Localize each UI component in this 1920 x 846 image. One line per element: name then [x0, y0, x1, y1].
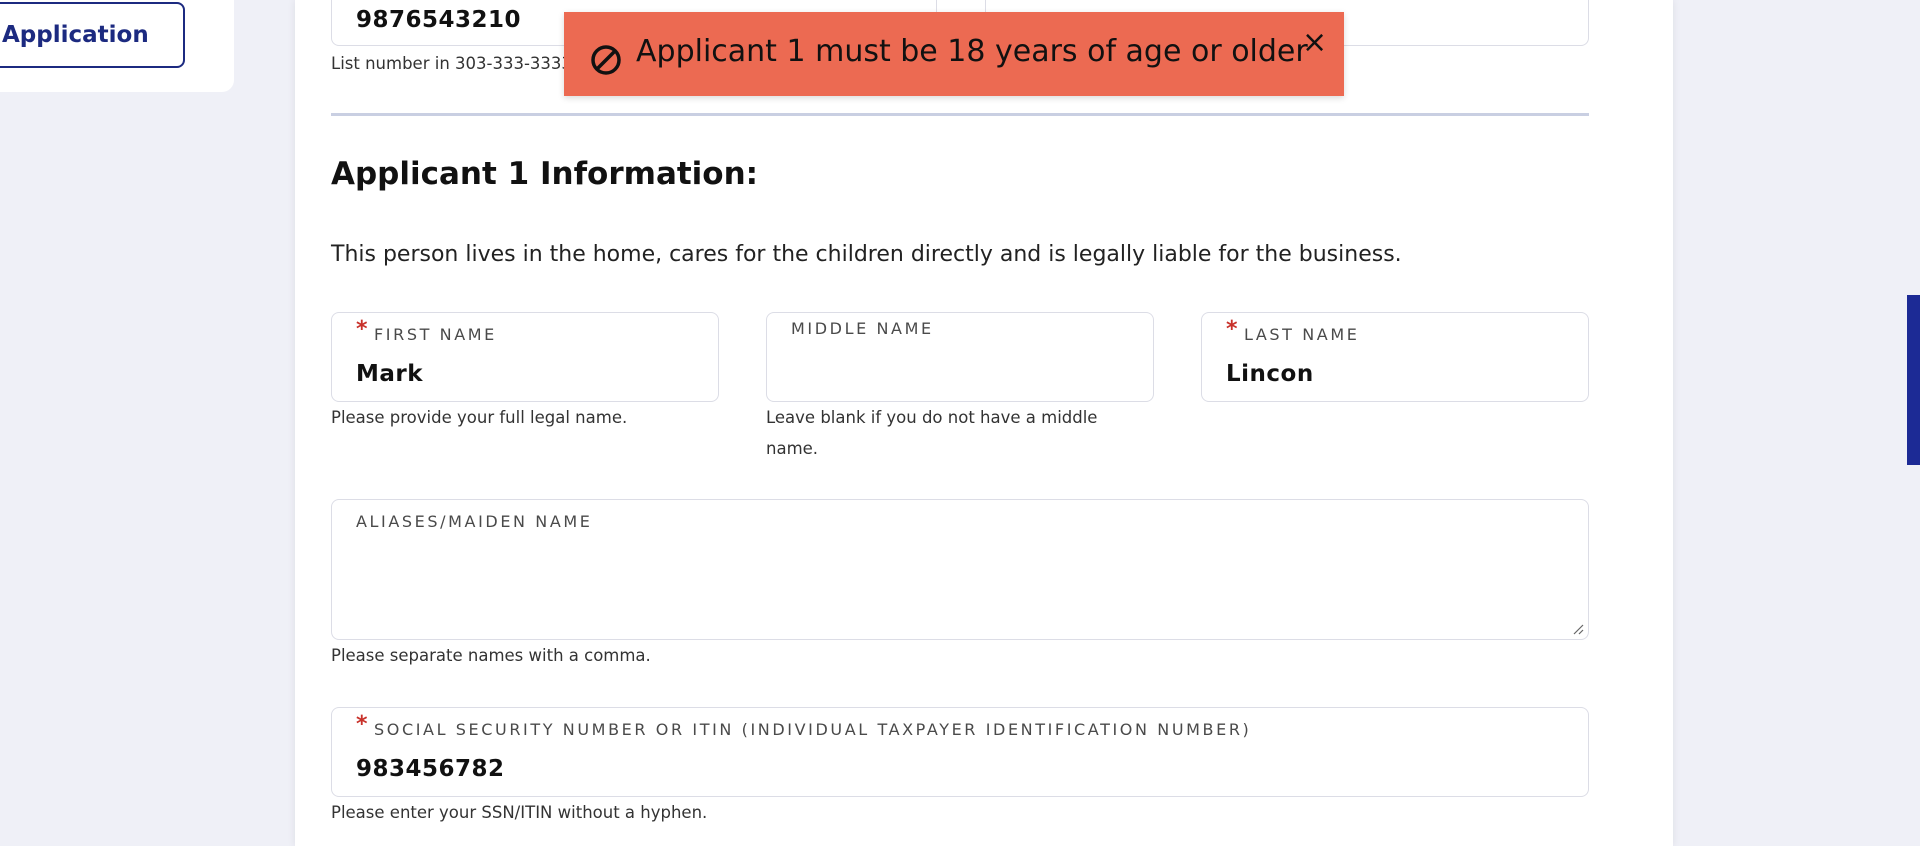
- ssn-hint: Please enter your SSN/ITIN without a hyp…: [331, 803, 708, 822]
- aliases-hint: Please separate names with a comma.: [331, 646, 651, 665]
- section-divider: [331, 113, 1589, 116]
- side-nav-card: Application: [0, 0, 234, 92]
- required-marker: *: [1226, 317, 1238, 342]
- scrollbar-thumb[interactable]: [1907, 295, 1920, 465]
- ssn-value: 983456782: [356, 756, 505, 782]
- first-name-hint: Please provide your full legal name.: [331, 408, 628, 427]
- last-name-value: Lincon: [1226, 361, 1314, 387]
- section-title: Applicant 1 Information:: [331, 156, 759, 192]
- first-name-value: Mark: [356, 361, 424, 387]
- middle-name-hint-line1: Leave blank if you do not have a middle: [766, 408, 1098, 427]
- phone-hint: List number in 303-333-3333: [331, 54, 572, 73]
- first-name-field[interactable]: * FIRST NAME Mark: [331, 312, 719, 402]
- last-name-field[interactable]: * LAST NAME Lincon: [1201, 312, 1589, 402]
- first-name-label: FIRST NAME: [374, 325, 497, 344]
- required-marker: *: [356, 712, 368, 737]
- error-toast: Applicant 1 must be 18 years of age or o…: [564, 12, 1344, 96]
- aliases-label: ALIASES/MAIDEN NAME: [356, 512, 593, 531]
- application-nav-button[interactable]: Application: [0, 2, 185, 68]
- ssn-field[interactable]: * SOCIAL SECURITY NUMBER OR ITIN (INDIVI…: [331, 707, 1589, 797]
- prohibited-icon: [591, 45, 621, 75]
- form-panel: 9876543210 List number in 303-333-3333 A…: [295, 0, 1673, 846]
- middle-name-hint-line2: name.: [766, 439, 819, 458]
- required-marker: *: [356, 317, 368, 342]
- middle-name-label: MIDDLE NAME: [791, 319, 934, 338]
- resize-handle-icon[interactable]: [1572, 623, 1584, 635]
- middle-name-field[interactable]: MIDDLE NAME: [766, 312, 1154, 402]
- last-name-label: LAST NAME: [1244, 325, 1360, 344]
- ssn-label: SOCIAL SECURITY NUMBER OR ITIN (INDIVIDU…: [374, 720, 1252, 739]
- toast-message: Applicant 1 must be 18 years of age or o…: [636, 34, 1308, 69]
- phone-value: 9876543210: [356, 7, 522, 33]
- close-icon[interactable]: ×: [1302, 28, 1327, 58]
- aliases-textarea[interactable]: ALIASES/MAIDEN NAME: [331, 499, 1589, 640]
- section-description: This person lives in the home, cares for…: [331, 242, 1402, 267]
